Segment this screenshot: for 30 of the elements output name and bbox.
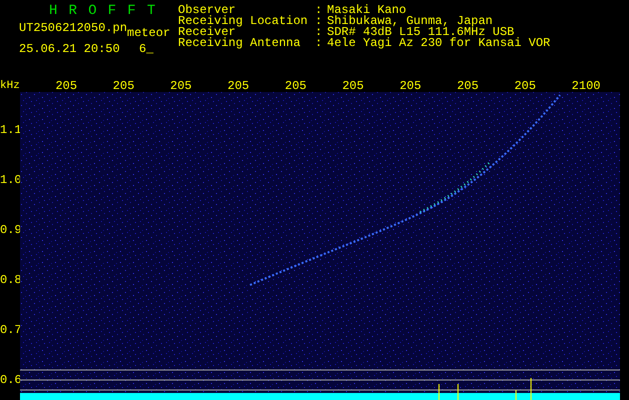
axis-unit: kHz [0, 80, 20, 92]
axis-label: 205 [514, 79, 536, 93]
axis-label: 205 [284, 79, 306, 93]
axis-label: 2100 [572, 79, 600, 93]
axis-label: 205 [112, 79, 134, 93]
field-label: Receiving Location [178, 16, 309, 27]
date-time: 25.06.21 20:50 [19, 44, 121, 55]
axis-label: 205 [55, 79, 78, 93]
field-value: Shibukawa, Gunma, Japan [327, 16, 493, 27]
axis-label: 205 [400, 79, 422, 93]
axis-label: 1.1 [0, 123, 22, 137]
field-label: Receiver [178, 27, 236, 38]
field-value: Masaki Kano [327, 5, 406, 16]
separator: : [315, 38, 324, 49]
counter: 6_ [139, 44, 154, 55]
axis-label: 205 [456, 79, 479, 93]
axis-label: 205 [342, 79, 364, 93]
field-label: Receiving Antenna [178, 38, 302, 49]
separator: : [315, 27, 324, 38]
mode-label: meteor [127, 27, 170, 40]
axis-label: 205 [228, 79, 250, 93]
field-label: Observer [178, 5, 236, 16]
field-value: 4ele Yagi Az 230 for Kansai VOR [327, 38, 550, 49]
axis-label: 205 [170, 79, 192, 93]
app-title: H R O F F T [48, 4, 157, 18]
separator: : [315, 5, 324, 16]
axis-label: 0.7 [0, 323, 22, 337]
field-value: SDR# 43dB L15 111.6MHz USB [327, 27, 514, 38]
separator: : [315, 16, 324, 27]
file-name: UT2506212050.pn [19, 22, 128, 35]
